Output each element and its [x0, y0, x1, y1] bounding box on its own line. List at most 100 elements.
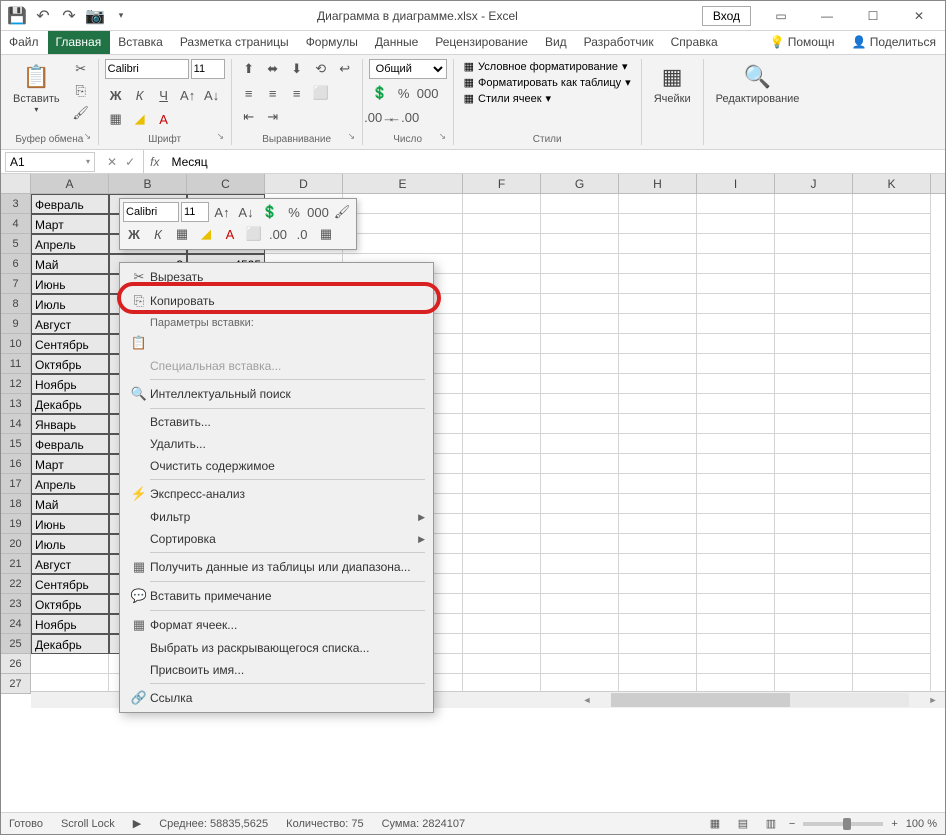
col-header-D[interactable]: D	[265, 174, 343, 193]
menu-clear[interactable]: Очистить содержимое	[120, 455, 433, 477]
col-header-J[interactable]: J	[775, 174, 853, 193]
cell[interactable]	[541, 394, 619, 414]
cell[interactable]	[463, 614, 541, 634]
cell[interactable]	[853, 354, 931, 374]
cell[interactable]: Ноябрь	[31, 374, 109, 394]
cell[interactable]	[541, 214, 619, 234]
cell[interactable]	[697, 314, 775, 334]
cell[interactable]: Июнь	[31, 274, 109, 294]
format-as-table-button[interactable]: ▦Форматировать как таблицу ▾	[460, 75, 635, 90]
decrease-indent-icon[interactable]: ⇤	[238, 107, 260, 127]
underline-button[interactable]: Ч	[153, 85, 175, 105]
decrease-decimal-icon[interactable]: ←.00	[393, 107, 415, 127]
cell[interactable]	[343, 194, 463, 214]
cell[interactable]	[541, 594, 619, 614]
menu-insert-comment[interactable]: 💬Вставить примечание	[120, 584, 433, 608]
cell[interactable]	[619, 334, 697, 354]
grow-font-icon[interactable]: A↑	[177, 85, 199, 105]
col-header-H[interactable]: H	[619, 174, 697, 193]
cell[interactable]	[775, 214, 853, 234]
cell[interactable]: Июль	[31, 534, 109, 554]
italic-button[interactable]: К	[129, 85, 151, 105]
percent-icon[interactable]: %	[393, 83, 415, 103]
cell[interactable]	[541, 474, 619, 494]
cell[interactable]	[463, 474, 541, 494]
login-button[interactable]: Вход	[702, 6, 751, 26]
cell[interactable]	[619, 594, 697, 614]
align-bottom-icon[interactable]: ⬇	[286, 59, 308, 79]
cell[interactable]	[541, 414, 619, 434]
cell[interactable]	[463, 214, 541, 234]
menu-cut[interactable]: ✂Вырезать	[120, 265, 433, 289]
editing-button[interactable]: 🔍 Редактирование	[710, 59, 806, 107]
row-header[interactable]: 26	[1, 654, 31, 674]
menu-quick-analysis[interactable]: ⚡Экспресс-анализ	[120, 482, 433, 506]
cell[interactable]	[463, 514, 541, 534]
tab-review[interactable]: Рецензирование	[427, 31, 537, 54]
clipboard-launcher-icon[interactable]: ↘	[84, 131, 96, 143]
align-right-icon[interactable]: ≡	[286, 83, 308, 103]
cell[interactable]	[697, 594, 775, 614]
cell[interactable]	[343, 214, 463, 234]
cell[interactable]: Август	[31, 314, 109, 334]
row-header[interactable]: 16	[1, 454, 31, 474]
cell[interactable]	[853, 534, 931, 554]
redo-icon[interactable]: ↷	[57, 4, 81, 28]
cell[interactable]	[853, 514, 931, 534]
view-normal-icon[interactable]: ▦	[705, 815, 725, 833]
row-header[interactable]: 21	[1, 554, 31, 574]
cell[interactable]: Апрель	[31, 234, 109, 254]
menu-delete[interactable]: Удалить...	[120, 433, 433, 455]
row-header[interactable]: 25	[1, 634, 31, 654]
cell[interactable]	[853, 574, 931, 594]
wrap-text-icon[interactable]: ↩	[334, 59, 356, 79]
cell[interactable]	[775, 414, 853, 434]
formula-input[interactable]: Месяц	[165, 155, 945, 169]
accounting-icon[interactable]: 💲	[369, 83, 391, 103]
conditional-formatting-button[interactable]: ▦Условное форматирование ▾	[460, 59, 635, 74]
menu-smart-lookup[interactable]: 🔍Интеллектуальный поиск	[120, 382, 433, 406]
cell[interactable]: Май	[31, 494, 109, 514]
cell[interactable]	[775, 274, 853, 294]
cell[interactable]	[775, 434, 853, 454]
mini-decdec-icon[interactable]: .0	[291, 224, 313, 244]
align-middle-icon[interactable]: ⬌	[262, 59, 284, 79]
fill-color-icon[interactable]: ◢	[129, 109, 151, 129]
cell[interactable]	[541, 234, 619, 254]
cell[interactable]	[697, 514, 775, 534]
cell[interactable]	[619, 314, 697, 334]
row-header[interactable]: 10	[1, 334, 31, 354]
cell[interactable]	[541, 514, 619, 534]
cell[interactable]	[697, 374, 775, 394]
cell[interactable]	[853, 634, 931, 654]
cell[interactable]	[463, 414, 541, 434]
menu-filter[interactable]: Фильтр▶	[120, 506, 433, 528]
cell[interactable]	[853, 394, 931, 414]
cell[interactable]	[463, 634, 541, 654]
name-box[interactable]: A1▾	[5, 152, 95, 172]
row-header[interactable]: 19	[1, 514, 31, 534]
cell[interactable]: Апрель	[31, 474, 109, 494]
menu-copy[interactable]: ⎘Копировать	[120, 289, 433, 313]
cell[interactable]	[775, 454, 853, 474]
col-header-I[interactable]: I	[697, 174, 775, 193]
macro-record-icon[interactable]: ▶	[133, 817, 141, 830]
cell[interactable]	[619, 534, 697, 554]
increase-indent-icon[interactable]: ⇥	[262, 107, 284, 127]
row-header[interactable]: 6	[1, 254, 31, 274]
row-header[interactable]: 24	[1, 614, 31, 634]
col-header-B[interactable]: B	[109, 174, 187, 193]
cell[interactable]	[619, 454, 697, 474]
row-header[interactable]: 20	[1, 534, 31, 554]
row-header[interactable]: 18	[1, 494, 31, 514]
format-painter-icon[interactable]: 🖌	[70, 103, 92, 123]
align-center-icon[interactable]: ≡	[262, 83, 284, 103]
borders-icon[interactable]: ▦	[105, 109, 127, 129]
cell[interactable]	[463, 394, 541, 414]
cell[interactable]	[619, 574, 697, 594]
mini-percent-icon[interactable]: %	[283, 202, 305, 222]
tab-insert[interactable]: Вставка	[110, 31, 172, 54]
font-size-combo[interactable]	[191, 59, 225, 79]
cell[interactable]	[619, 294, 697, 314]
mini-bold-icon[interactable]: Ж	[123, 224, 145, 244]
